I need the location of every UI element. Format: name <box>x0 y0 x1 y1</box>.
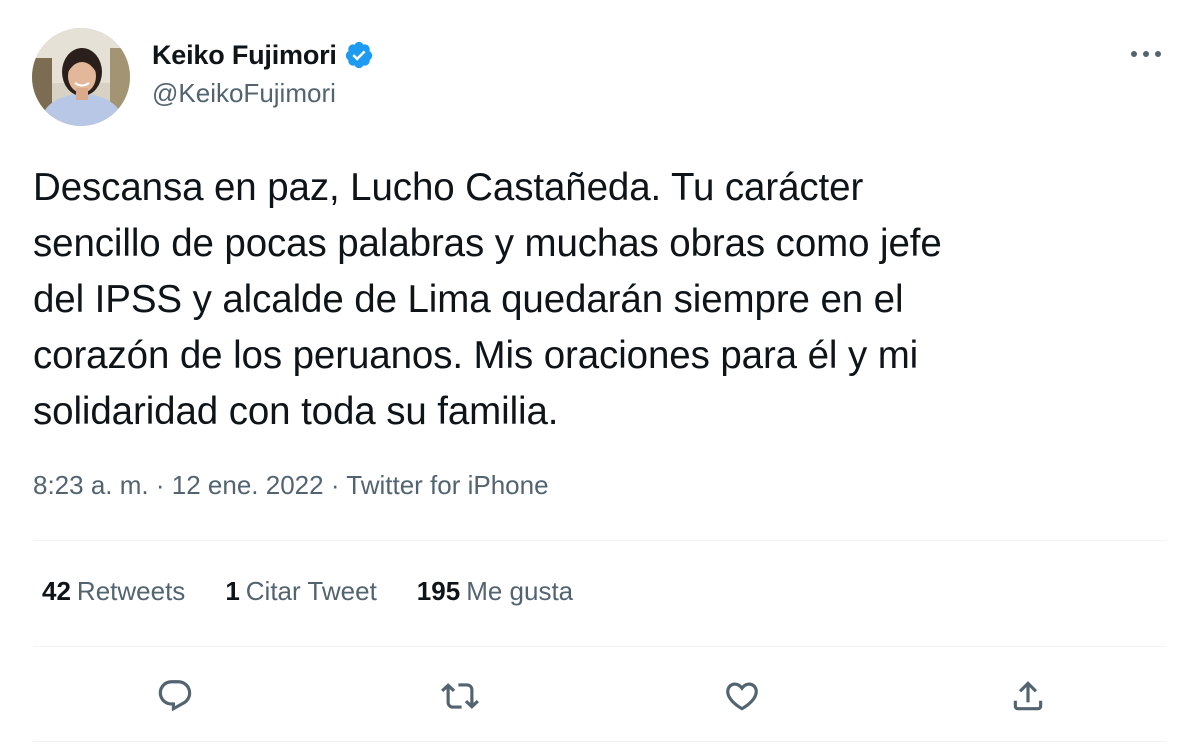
author-display-name[interactable]: Keiko Fujimori <box>152 40 337 71</box>
quote-tweets-stat[interactable]: 1 Citar Tweet <box>225 576 376 607</box>
quote-tweets-count: 1 <box>225 576 240 606</box>
reply-icon <box>158 680 192 712</box>
likes-count: 195 <box>416 576 461 606</box>
share-icon <box>1013 681 1043 711</box>
author-handle[interactable]: @KeikoFujimori <box>152 78 336 109</box>
tweet-source[interactable]: Twitter for iPhone <box>346 470 548 500</box>
more-options-button[interactable] <box>1128 40 1164 68</box>
avatar[interactable] <box>32 28 130 126</box>
tweet-time[interactable]: 8:23 a. m. <box>33 470 149 500</box>
likes-stat[interactable]: 195 Me gusta <box>417 576 573 607</box>
meta-separator: · <box>155 470 165 500</box>
retweets-stat[interactable]: 42 Retweets <box>42 576 185 607</box>
retweets-label: Retweets <box>76 576 186 606</box>
like-button[interactable] <box>718 672 766 720</box>
author-name-row[interactable]: Keiko Fujimori <box>152 36 374 74</box>
divider <box>33 741 1166 742</box>
quote-tweets-label: Citar Tweet <box>245 576 377 606</box>
verified-badge-icon <box>345 41 372 69</box>
divider <box>33 540 1166 541</box>
tweet: Keiko Fujimori @KeikoFujimori Descansa e… <box>0 0 1196 744</box>
retweet-icon <box>441 683 479 709</box>
tweet-date[interactable]: 12 ene. 2022 <box>172 470 324 500</box>
avatar-image <box>32 28 130 126</box>
tweet-text: Descansa en paz, Lucho Castañeda. Tu car… <box>33 166 942 433</box>
divider <box>33 646 1166 647</box>
action-bar <box>0 672 1196 720</box>
engagement-stats: 42 Retweets 1 Citar Tweet 195 Me gusta <box>42 576 613 607</box>
meta-separator: · <box>330 470 340 500</box>
likes-label: Me gusta <box>466 576 574 606</box>
heart-icon <box>726 682 758 711</box>
retweets-count: 42 <box>42 576 71 606</box>
reply-button[interactable] <box>151 672 199 720</box>
more-horizontal-icon <box>1131 51 1161 57</box>
share-button[interactable] <box>1004 672 1052 720</box>
tweet-metadata: 8:23 a. m. · 12 ene. 2022 · Twitter for … <box>33 470 549 501</box>
retweet-button[interactable] <box>436 672 484 720</box>
